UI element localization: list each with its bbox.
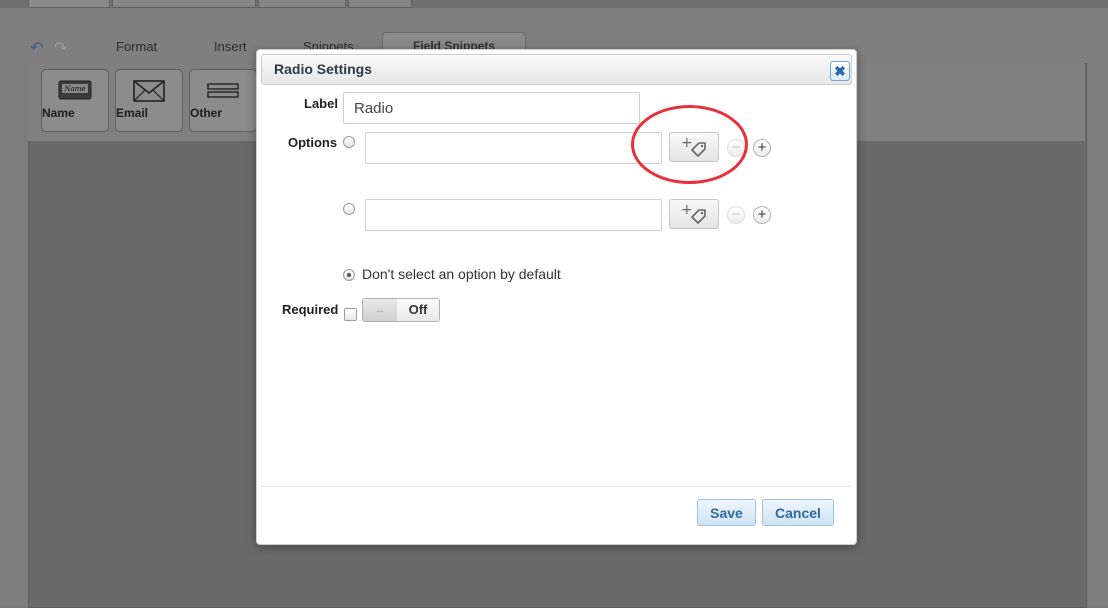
option-2-add-tag-button[interactable]: + [669, 199, 719, 229]
toggle-handle-icon: ↔ [363, 299, 398, 321]
save-button[interactable]: Save [697, 499, 756, 526]
top-tab[interactable] [28, 0, 110, 8]
envelope-icon [133, 80, 165, 102]
required-checkbox[interactable] [344, 308, 357, 321]
label-input[interactable] [343, 92, 640, 124]
menu-insert[interactable]: Insert [214, 39, 247, 54]
option-1-radio[interactable] [343, 136, 355, 148]
snippet-name-button[interactable]: Name Name [41, 69, 109, 132]
required-toggle[interactable]: ↔ Off [362, 298, 440, 322]
toggle-state-label: Off [397, 299, 439, 321]
options-caption: Options [288, 135, 338, 150]
option-2-add-button[interactable]: + [753, 206, 771, 224]
redo-icon[interactable]: ↷ [54, 38, 67, 58]
option-1-input[interactable] [365, 132, 662, 164]
close-button[interactable]: ✖ [830, 61, 850, 81]
dialog-footer-divider [261, 486, 850, 487]
close-icon: ✖ [834, 63, 846, 79]
field-other-icon [207, 83, 239, 98]
svg-text:Name: Name [63, 85, 85, 93]
option-2-radio[interactable] [343, 203, 355, 215]
option-2-remove-button[interactable]: − [727, 206, 745, 224]
add-tag-icon: + [681, 202, 706, 224]
snippet-name-label: Name [42, 106, 75, 120]
svg-text:+: + [681, 203, 693, 218]
menu-format[interactable]: Format [116, 39, 157, 54]
dialog-header: Radio Settings ✖ [261, 54, 852, 85]
top-tab[interactable] [258, 0, 346, 8]
top-tab[interactable] [348, 0, 412, 8]
label-caption: Label [304, 96, 338, 111]
snippet-email-button[interactable]: Email [115, 69, 183, 132]
default-option-label: Don't select an option by default [362, 266, 561, 282]
snippet-email-label: Email [116, 106, 149, 120]
highlight-annotation-circle [631, 105, 748, 184]
default-option-radio[interactable] [343, 269, 355, 281]
name-card-icon: Name [58, 80, 92, 100]
radio-settings-dialog: Radio Settings ✖ Label Options + − + + −… [256, 49, 857, 545]
required-caption: Required [282, 302, 339, 317]
option-2-input[interactable] [365, 199, 662, 231]
top-tab[interactable] [112, 0, 256, 8]
undo-icon[interactable]: ↶ [30, 38, 43, 58]
snippet-other-label: Other [190, 106, 223, 120]
option-1-add-button[interactable]: + [753, 139, 771, 157]
dialog-title: Radio Settings [274, 61, 373, 77]
snippet-other-button[interactable]: Other [189, 69, 257, 132]
cancel-button[interactable]: Cancel [762, 499, 834, 526]
